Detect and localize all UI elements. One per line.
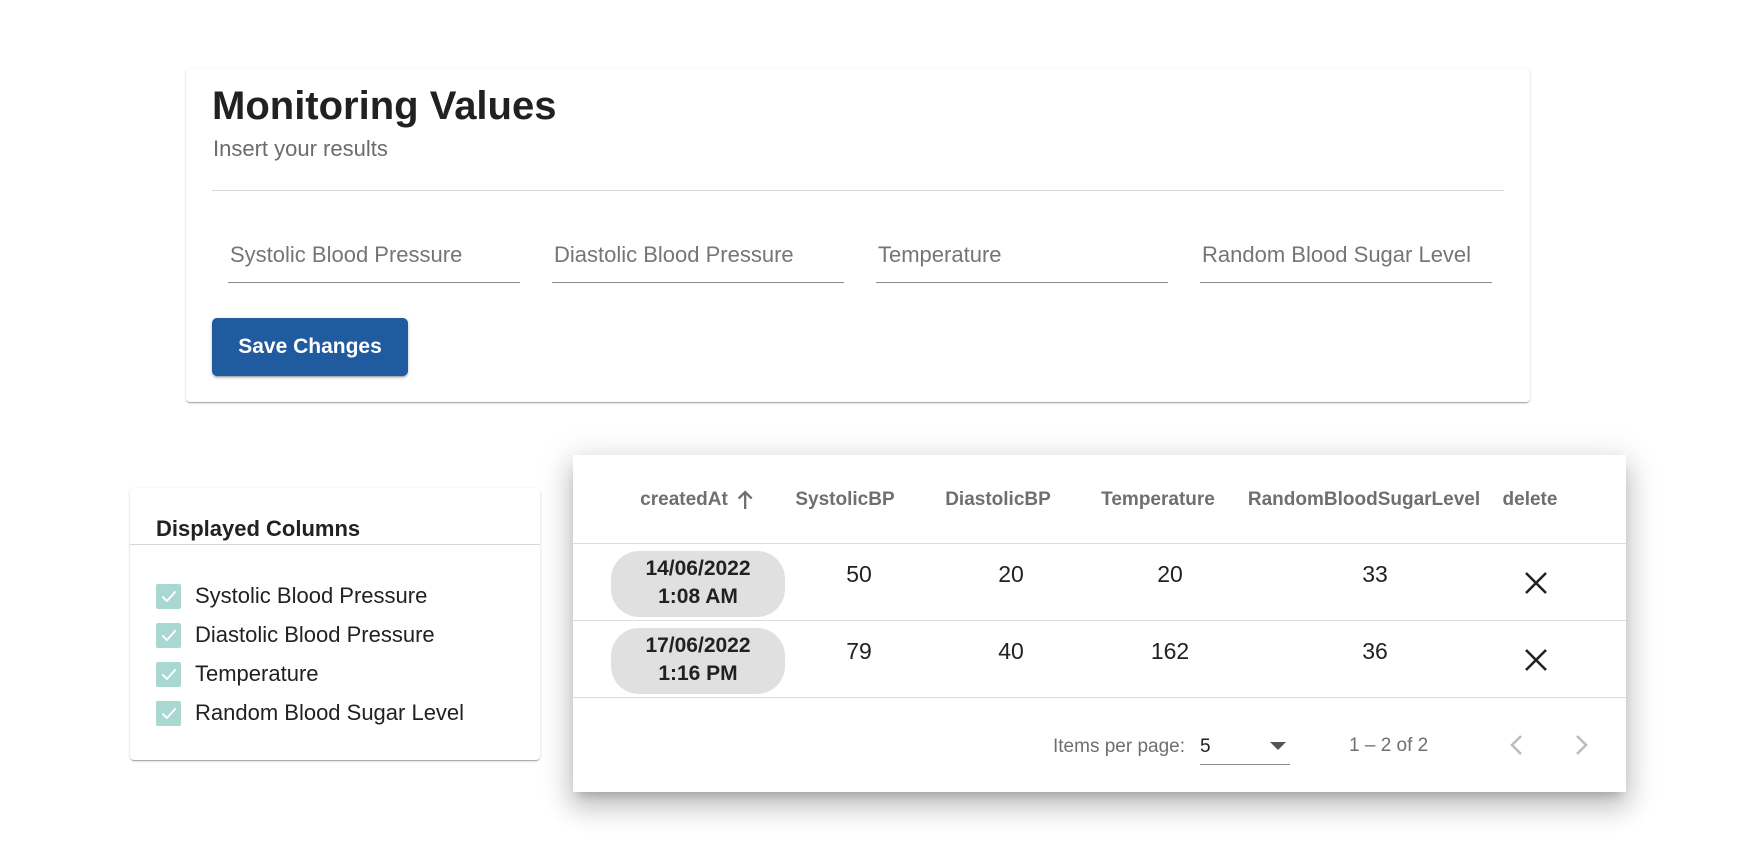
- column-toggle-label: Random Blood Sugar Level: [195, 700, 465, 725]
- card-subtitle: Insert your results: [213, 136, 388, 161]
- systolic-input[interactable]: [228, 228, 520, 282]
- column-toggle-diastolic[interactable]: Diastolic Blood Pressure: [156, 620, 435, 650]
- card-title: Monitoring Values: [212, 84, 557, 128]
- header-label: createdAt: [640, 489, 728, 510]
- divider: [130, 544, 540, 545]
- row-date: 17/06/2022: [645, 634, 751, 657]
- next-page-button[interactable]: [1561, 725, 1601, 765]
- row-divider: [573, 543, 1626, 544]
- items-per-page-value: 5: [1200, 736, 1211, 757]
- cell-temperature: 20: [1157, 561, 1183, 587]
- sort-ascending-icon: [737, 490, 753, 509]
- header-bloodsugar[interactable]: RandomBloodSugarLevel: [1248, 489, 1480, 511]
- column-toggle-label: Diastolic Blood Pressure: [195, 622, 435, 647]
- delete-row-button[interactable]: [1516, 563, 1556, 603]
- diastolic-field[interactable]: [552, 228, 844, 283]
- items-per-page-label: Items per page:: [1053, 736, 1186, 757]
- cell-diastolic: 40: [998, 638, 1024, 664]
- cell-temperature: 162: [1150, 638, 1190, 664]
- date-chip: 17/06/2022 1:16 PM: [611, 628, 785, 694]
- checkbox-checked-icon[interactable]: [156, 622, 181, 648]
- column-toggle-label: Temperature: [195, 661, 319, 686]
- chevron-left-icon: [1510, 735, 1522, 755]
- row-date: 14/06/2022: [645, 557, 751, 580]
- header-diastolicbp[interactable]: DiastolicBP: [945, 489, 1051, 511]
- values-table: createdAt SystolicBP DiastolicBP Tempera…: [573, 455, 1626, 792]
- column-toggle-blood-sugar[interactable]: Random Blood Sugar Level: [156, 698, 464, 728]
- chevron-right-icon: [1576, 735, 1588, 755]
- column-toggle-label: Systolic Blood Pressure: [195, 583, 428, 608]
- header-createdat[interactable]: createdAt: [640, 489, 754, 511]
- checkbox-checked-icon[interactable]: [156, 583, 181, 609]
- delete-row-button[interactable]: [1516, 640, 1556, 680]
- save-changes-button[interactable]: Save Changes: [212, 318, 408, 376]
- row-time: 1:16 PM: [658, 662, 738, 685]
- blood-sugar-input[interactable]: [1200, 228, 1492, 282]
- diastolic-input[interactable]: [552, 228, 844, 282]
- close-icon: [1525, 572, 1547, 594]
- date-chip: 14/06/2022 1:08 AM: [611, 551, 785, 617]
- cell-blood-sugar: 36: [1362, 638, 1388, 664]
- cell-blood-sugar: 33: [1362, 561, 1388, 587]
- checkbox-checked-icon[interactable]: [156, 700, 181, 726]
- cell-systolic: 79: [846, 638, 872, 664]
- blood-sugar-field[interactable]: [1200, 228, 1492, 283]
- column-toggle-temperature[interactable]: Temperature: [156, 659, 319, 689]
- previous-page-button[interactable]: [1497, 725, 1537, 765]
- temperature-field[interactable]: [876, 228, 1168, 283]
- row-divider: [573, 620, 1626, 621]
- divider: [212, 190, 1504, 191]
- row-divider: [573, 697, 1626, 698]
- cell-systolic: 50: [846, 561, 872, 587]
- temperature-input[interactable]: [876, 228, 1168, 282]
- header-temperature[interactable]: Temperature: [1101, 489, 1215, 511]
- column-toggle-systolic[interactable]: Systolic Blood Pressure: [156, 581, 427, 611]
- checkbox-checked-icon[interactable]: [156, 661, 181, 687]
- page-range-label: 1 – 2 of 2: [1349, 735, 1429, 756]
- header-systolicbp[interactable]: SystolicBP: [795, 489, 894, 511]
- dropdown-arrow-icon: [1270, 742, 1286, 750]
- close-icon: [1525, 649, 1547, 671]
- header-delete: delete: [1502, 489, 1558, 510]
- cell-diastolic: 20: [998, 561, 1024, 587]
- monitoring-values-card: Monitoring Values Insert your results Sa…: [186, 68, 1530, 402]
- items-per-page-select[interactable]: 5: [1200, 728, 1290, 765]
- row-time: 1:08 AM: [658, 585, 738, 608]
- columns-panel-title: Displayed Columns: [156, 516, 361, 541]
- systolic-field[interactable]: [228, 228, 520, 283]
